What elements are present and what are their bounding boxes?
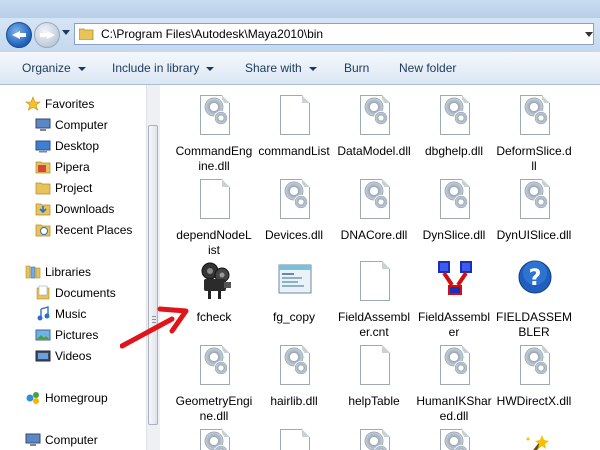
file-label: commandList xyxy=(258,144,330,158)
nav-pipera-label: Pipera xyxy=(55,160,90,174)
nav-project-label: Project xyxy=(55,181,93,195)
nav-pictures-label: Pictures xyxy=(55,328,99,342)
film-camera-icon xyxy=(201,262,231,299)
dll-file-icon xyxy=(278,177,312,221)
blank-file-icon xyxy=(278,427,312,450)
blank-file-icon xyxy=(358,343,392,387)
scrollbar-thumb[interactable] xyxy=(148,125,158,425)
address-dropdown-icon[interactable] xyxy=(585,32,593,37)
forward-button[interactable] xyxy=(34,22,60,48)
file-label: DNACore.dll xyxy=(340,228,408,242)
address-row: C:\Program Files\Autodesk\Maya2010\bin xyxy=(0,18,600,52)
nav-downloads-label: Downloads xyxy=(55,202,115,216)
dll-file-icon xyxy=(518,177,552,221)
file-label: DynSlice.dll xyxy=(422,228,486,242)
organize-button[interactable]: Organize xyxy=(22,61,86,75)
star-icon xyxy=(25,96,41,111)
nav-computer-fav-label: Computer xyxy=(55,118,108,132)
videos-icon xyxy=(35,350,51,362)
dll-file-icon xyxy=(358,427,392,450)
file-label: HWDirectX.dll xyxy=(496,394,572,408)
share-with-label: Share with xyxy=(245,61,302,75)
recent-places-icon xyxy=(35,224,51,237)
dll-file-icon xyxy=(198,343,232,387)
chevron-down-icon xyxy=(308,66,317,71)
file-label: dependNodeList xyxy=(176,228,252,257)
nav-documents-label: Documents xyxy=(55,286,116,300)
application-window-icon xyxy=(278,264,312,294)
computer-icon xyxy=(25,433,41,446)
music-icon xyxy=(37,306,50,321)
nav-computer-label: Computer xyxy=(45,433,98,447)
dll-file-icon xyxy=(438,343,472,387)
chevron-down-icon xyxy=(77,66,86,71)
recent-pages-dropdown[interactable] xyxy=(62,30,70,35)
libraries-icon xyxy=(25,265,41,279)
folder-icon xyxy=(35,182,51,195)
include-in-library-label: Include in library xyxy=(112,61,200,75)
dll-file-icon xyxy=(278,343,312,387)
file-label: dbghelp.dll xyxy=(424,144,484,158)
blank-file-icon xyxy=(278,93,312,137)
folder-icon xyxy=(79,28,94,40)
dll-file-icon xyxy=(358,93,392,137)
file-label: DeformSlice.dll xyxy=(496,144,572,173)
pictures-icon xyxy=(35,329,51,341)
command-bar: Organize Include in library Share with B… xyxy=(0,52,600,85)
organize-label: Organize xyxy=(22,61,71,75)
computer-icon xyxy=(35,118,51,131)
file-label: hairlib.dll xyxy=(270,394,318,408)
svg-text:?: ? xyxy=(529,266,542,291)
documents-icon xyxy=(36,285,50,300)
nav-recent-places-label: Recent Places xyxy=(55,223,133,237)
nav-desktop-label: Desktop xyxy=(55,139,100,153)
dll-file-icon xyxy=(358,177,392,221)
share-with-button[interactable]: Share with xyxy=(245,61,317,75)
folder-icon xyxy=(35,161,51,174)
homegroup-icon xyxy=(26,392,39,404)
file-label: CommandEngine.dll xyxy=(175,144,253,173)
new-folder-button[interactable]: New folder xyxy=(399,61,456,75)
dll-file-icon xyxy=(198,427,232,450)
file-list: CommandEngine.dll commandList DataModel.… xyxy=(160,85,600,450)
burn-button[interactable]: Burn xyxy=(344,61,369,75)
file-label: FieldAssembler xyxy=(417,310,491,339)
desktop-icon xyxy=(35,140,51,153)
nav-homegroup-label: Homegroup xyxy=(45,391,108,405)
nav-music-label: Music xyxy=(55,307,87,321)
dll-file-icon xyxy=(518,343,552,387)
red-arrow-annotation xyxy=(120,306,189,349)
file-label: FieldAssembler.cnt xyxy=(337,310,411,339)
file-label: helpTable xyxy=(348,394,400,408)
navigation-pane: Favorites Computer Desktop Pipera Projec… xyxy=(0,85,146,450)
file-label: fg_copy xyxy=(272,310,316,324)
file-label: Devices.dll xyxy=(264,228,324,242)
address-bar[interactable]: C:\Program Files\Autodesk\Maya2010\bin xyxy=(74,23,594,45)
back-button[interactable] xyxy=(6,22,32,48)
navigation-scrollbar[interactable] xyxy=(146,85,160,450)
downloads-icon xyxy=(35,203,51,216)
dll-file-icon xyxy=(198,93,232,137)
field-assembler-icon xyxy=(438,261,472,295)
blank-file-icon xyxy=(198,177,232,221)
file-label: GeometryEngine.dll xyxy=(175,394,253,423)
nav-favorites-label: Favorites xyxy=(45,97,95,111)
blank-file-icon xyxy=(358,259,392,303)
help-question-icon: ? xyxy=(518,260,552,294)
include-in-library-button[interactable]: Include in library xyxy=(112,61,215,75)
dll-file-icon xyxy=(438,93,472,137)
dll-file-icon xyxy=(518,93,552,137)
dll-file-icon xyxy=(438,177,472,221)
magic-wand-icon xyxy=(526,435,549,450)
file-label: FIELDASSEMBLER xyxy=(495,310,573,339)
address-path: C:\Program Files\Autodesk\Maya2010\bin xyxy=(101,27,324,41)
file-label: DynUISlice.dll xyxy=(496,228,572,242)
chevron-down-icon xyxy=(206,66,215,71)
file-label: DataModel.dll xyxy=(337,144,411,158)
nav-videos-label: Videos xyxy=(55,349,92,363)
dll-file-icon xyxy=(438,427,472,450)
file-label: HumanIKShared.dll xyxy=(416,394,492,423)
nav-libraries-label: Libraries xyxy=(45,265,92,279)
window-title-strip xyxy=(0,0,600,18)
